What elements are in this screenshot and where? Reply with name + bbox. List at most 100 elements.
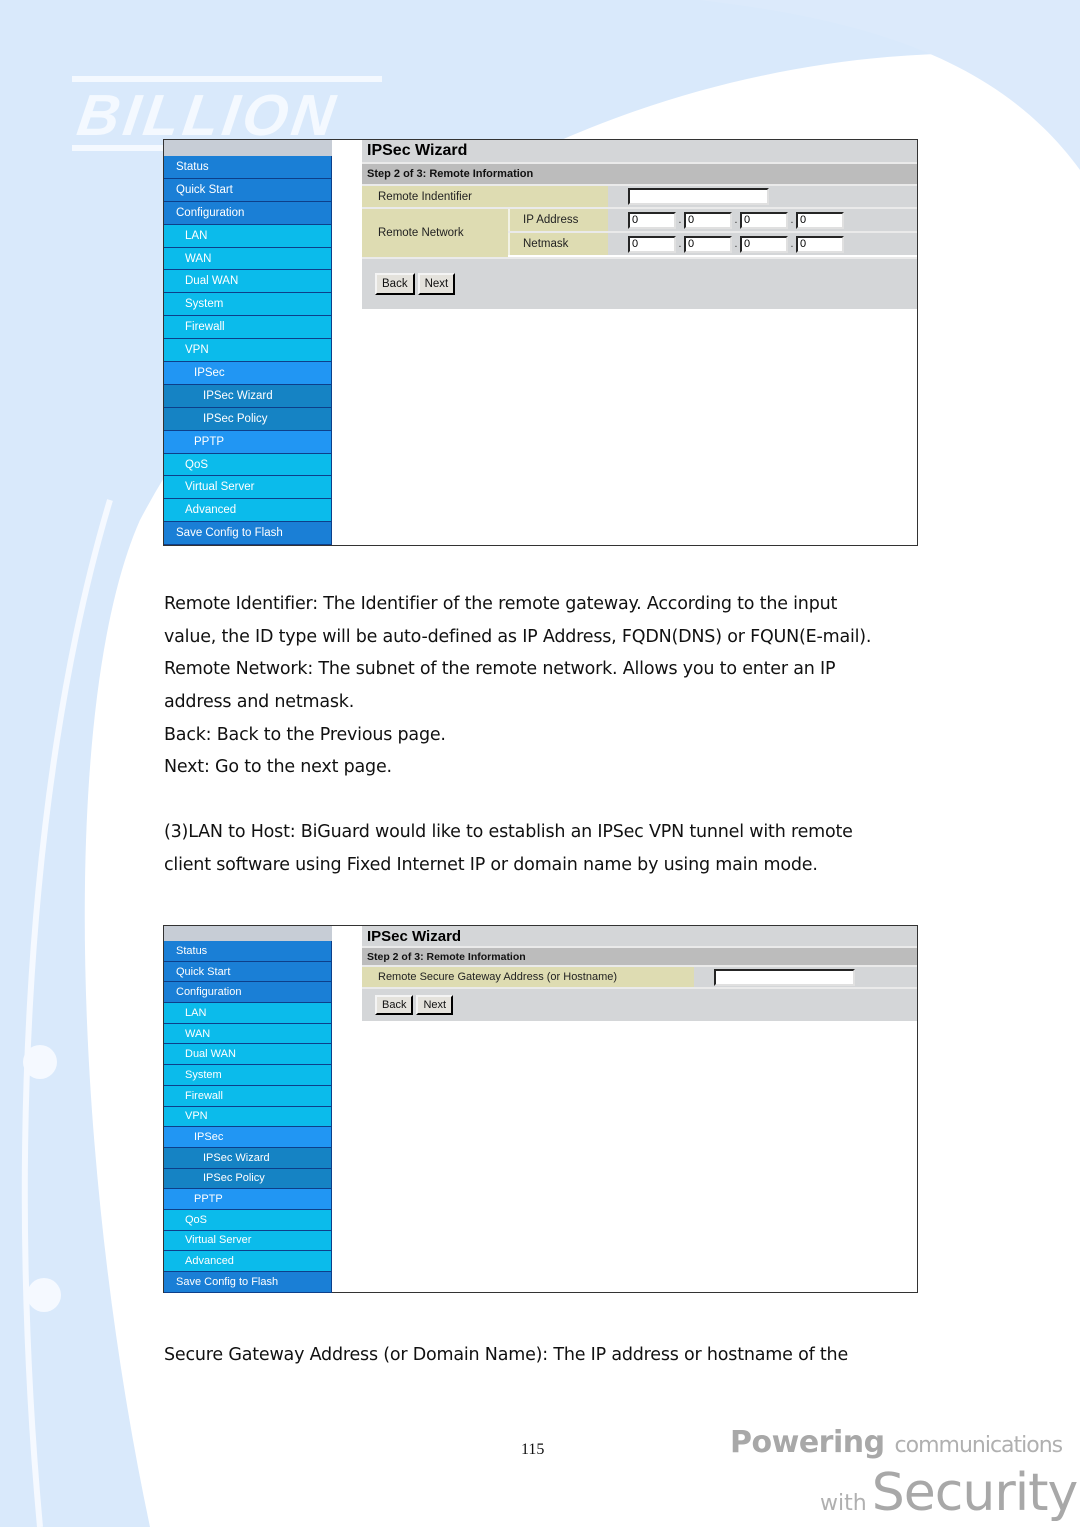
sidebar-item-dual-wan[interactable]: Dual WAN	[164, 1044, 332, 1066]
netmask-label: Netmask	[508, 233, 608, 255]
ip-address-row: IP Address ...	[508, 209, 917, 233]
sidebar-item-system[interactable]: System	[164, 293, 332, 317]
text-line: Back: Back to the Previous page.	[164, 724, 446, 745]
page-title: IPSec Wizard	[362, 140, 917, 164]
octet-separator: .	[790, 238, 794, 250]
button-bar: Back Next	[362, 989, 917, 1021]
back-button[interactable]: Back	[375, 995, 414, 1015]
sidebar-item-save-config[interactable]: Save Config to Flash	[164, 1272, 332, 1293]
page-title: IPSec Wizard	[362, 926, 917, 948]
ipsec-wizard-screenshot-2: Status Quick Start Configuration LAN WAN…	[163, 925, 918, 1293]
sidebar-item-virtual-server[interactable]: Virtual Server	[164, 1230, 332, 1252]
sidebar-item-ipsec-wizard[interactable]: IPSec Wizard	[164, 384, 332, 408]
sidebar-header	[164, 140, 332, 156]
sidebar-item-configuration[interactable]: Configuration	[164, 982, 332, 1004]
brand-tagline: Powering communications with Security	[730, 1425, 1078, 1523]
netmask-octet-4-input[interactable]	[796, 235, 844, 253]
sidebar-item-vpn[interactable]: VPN	[164, 1106, 332, 1128]
octet-separator: .	[678, 238, 682, 250]
sidebar-item-status[interactable]: Status	[164, 156, 332, 179]
sidebar-item-pptp[interactable]: PPTP	[164, 430, 332, 454]
page-number: 115	[521, 1441, 545, 1458]
sidebar-item-quick-start[interactable]: Quick Start	[164, 178, 332, 202]
ip-address-label: IP Address	[508, 209, 608, 231]
next-button[interactable]: Next	[417, 273, 456, 295]
netmask-octet-2-input[interactable]	[684, 235, 732, 253]
netmask-octet-1-input[interactable]	[628, 235, 676, 253]
sidebar-item-wan[interactable]: WAN	[164, 1023, 332, 1045]
sidebar-nav: Status Quick Start Configuration LAN WAN…	[164, 926, 332, 1293]
description-remote-info: Remote Identifier: The Identifier of the…	[164, 588, 934, 784]
text-line: value, the ID type will be auto-defined …	[164, 626, 872, 647]
ip-octet-2-input[interactable]	[684, 211, 732, 229]
tagline-word: Powering	[730, 1425, 885, 1460]
sidebar-item-system[interactable]: System	[164, 1065, 332, 1086]
ip-address-fields: ...	[608, 209, 844, 231]
gateway-address-row: Remote Secure Gateway Address (or Hostna…	[362, 967, 917, 989]
tagline-word: with	[820, 1491, 867, 1516]
octet-separator: .	[678, 214, 682, 226]
text-line: (3)LAN to Host: BiGuard would like to es…	[164, 822, 853, 842]
sidebar-item-ipsec-wizard[interactable]: IPSec Wizard	[164, 1147, 332, 1169]
netmask-row: Netmask ...	[508, 233, 917, 255]
text-line: Remote Network: The subnet of the remote…	[164, 659, 836, 680]
sidebar-item-pptp[interactable]: PPTP	[164, 1189, 332, 1210]
octet-separator: .	[790, 214, 794, 226]
button-bar: Back Next	[362, 259, 917, 309]
next-button[interactable]: Next	[416, 995, 454, 1015]
tagline-word: Security	[871, 1463, 1079, 1523]
sidebar-item-ipsec-policy[interactable]: IPSec Policy	[164, 407, 332, 431]
remote-network-label: Remote Network	[362, 209, 508, 257]
remote-identifier-value-cell	[608, 186, 769, 207]
sidebar-item-firewall[interactable]: Firewall	[164, 316, 332, 340]
sidebar-item-advanced[interactable]: Advanced	[164, 499, 332, 523]
remote-network-fields: IP Address ... Netmask ...	[508, 209, 917, 257]
sidebar-item-virtual-server[interactable]: Virtual Server	[164, 476, 332, 500]
step-header: Step 2 of 3: Remote Information	[362, 164, 917, 186]
sidebar-nav: Status Quick Start Configuration LAN WAN…	[164, 140, 332, 546]
text-line: Secure Gateway Address (or Domain Name):…	[164, 1345, 849, 1365]
sidebar-item-lan[interactable]: LAN	[164, 224, 332, 248]
netmask-octet-3-input[interactable]	[740, 235, 788, 253]
sidebar-item-configuration[interactable]: Configuration	[164, 201, 332, 225]
sidebar-item-ipsec-policy[interactable]: IPSec Policy	[164, 1168, 332, 1190]
sidebar-item-qos[interactable]: QoS	[164, 453, 332, 477]
sidebar-header	[164, 926, 332, 941]
remote-network-group: Remote Network IP Address ... Netmask ..…	[362, 209, 917, 259]
text-line: address and netmask.	[164, 692, 355, 713]
ip-octet-4-input[interactable]	[796, 211, 844, 229]
tagline-line-1: Powering communications	[730, 1425, 1064, 1460]
sidebar-item-dual-wan[interactable]: Dual WAN	[164, 270, 332, 294]
remote-identifier-label: Remote Indentifier	[362, 186, 608, 207]
gateway-address-value-cell	[694, 967, 855, 987]
tagline-line-2: with Security	[820, 1463, 1079, 1523]
sidebar-item-firewall[interactable]: Firewall	[164, 1085, 332, 1107]
text-line: Remote Identifier: The Identifier of the…	[164, 594, 838, 614]
description-lan-to-host: (3)LAN to Host: BiGuard would like to es…	[164, 816, 934, 881]
description-secure-gateway: Secure Gateway Address (or Domain Name):…	[164, 1339, 934, 1372]
gateway-address-label: Remote Secure Gateway Address (or Hostna…	[362, 967, 694, 987]
sidebar-item-ipsec[interactable]: IPSec	[164, 1127, 332, 1148]
octet-separator: .	[734, 214, 738, 226]
wizard-panel: IPSec Wizard Step 2 of 3: Remote Informa…	[362, 140, 917, 309]
ip-octet-1-input[interactable]	[628, 211, 676, 229]
sidebar-item-status[interactable]: Status	[164, 941, 332, 962]
wizard-panel: IPSec Wizard Step 2 of 3: Remote Informa…	[362, 926, 917, 1021]
remote-identifier-input[interactable]	[628, 188, 769, 205]
sidebar-item-ipsec[interactable]: IPSec	[164, 362, 332, 385]
octet-separator: .	[734, 238, 738, 250]
ipsec-wizard-screenshot-1: Status Quick Start Configuration LAN WAN…	[163, 139, 918, 546]
sidebar-item-lan[interactable]: LAN	[164, 1003, 332, 1024]
sidebar-item-wan[interactable]: WAN	[164, 247, 332, 271]
sidebar-item-save-config[interactable]: Save Config to Flash	[164, 522, 332, 546]
gateway-address-input[interactable]	[714, 968, 855, 986]
back-button[interactable]: Back	[375, 273, 415, 295]
text-line: Next: Go to the next page.	[164, 757, 392, 778]
sidebar-item-advanced[interactable]: Advanced	[164, 1251, 332, 1272]
tagline-word: communications	[894, 1433, 1064, 1458]
sidebar-item-qos[interactable]: QoS	[164, 1209, 332, 1231]
step-header: Step 2 of 3: Remote Information	[362, 948, 917, 967]
sidebar-item-quick-start[interactable]: Quick Start	[164, 961, 332, 983]
sidebar-item-vpn[interactable]: VPN	[164, 339, 332, 363]
ip-octet-3-input[interactable]	[740, 211, 788, 229]
